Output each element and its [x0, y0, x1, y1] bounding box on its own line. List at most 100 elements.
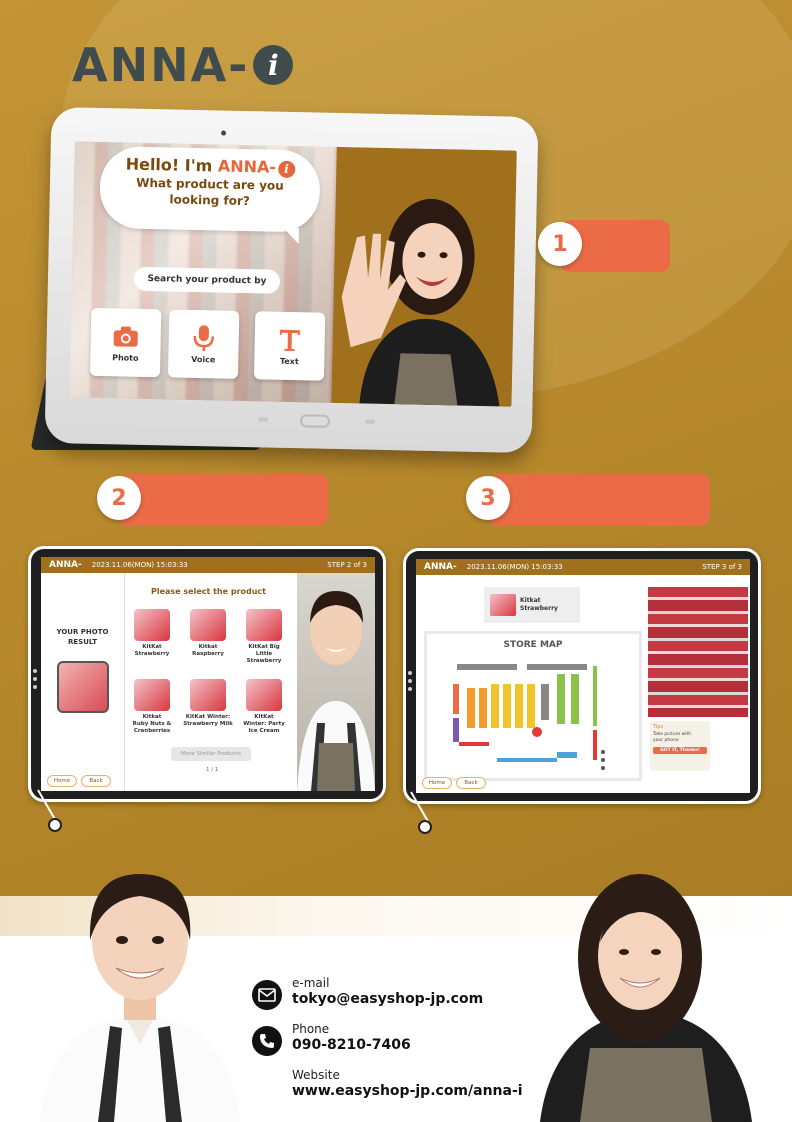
selected-item-card: Kitkat Strawberry — [484, 587, 580, 623]
product-name-1: KitKat — [142, 644, 162, 650]
step2-screen: ANNA- 2023.11.06(MON) 15:03:33 STEP 2 of… — [41, 557, 375, 791]
got-it-button[interactable]: GOT IT, Thanks! — [653, 747, 707, 754]
camera-icon — [112, 323, 141, 350]
photo-result-title-2: RESULT — [68, 638, 97, 646]
greeting-prefix: Hello! I'm — [125, 154, 219, 176]
anna-i-logo: ANNA- i — [72, 38, 294, 92]
step3-bar-step: STEP 3 of 3 — [702, 563, 742, 571]
step2-bar-step: STEP 2 of 3 — [327, 561, 367, 569]
callout-3-number: 3 — [466, 476, 510, 520]
product-card[interactable]: KitKat Big Little Strawberry — [237, 609, 291, 665]
tablet-home-button — [299, 414, 331, 428]
step2-tablet: ANNA- 2023.11.06(MON) 15:03:33 STEP 2 of… — [28, 546, 386, 802]
product-name-2: Raspberry — [192, 651, 224, 657]
callout-2-number: 2 — [97, 476, 141, 520]
back-button[interactable]: Back — [456, 777, 486, 789]
back-button[interactable]: Back — [81, 775, 111, 787]
product-card[interactable]: KitKat Strawberry — [125, 609, 179, 658]
website-label: Website — [292, 1068, 340, 1082]
phone-label: Phone — [292, 1022, 330, 1036]
callout-3-bar — [488, 474, 710, 526]
search-by-label: Search your product by — [133, 266, 281, 294]
tips-body-2: your phone — [653, 738, 679, 743]
more-similar-products-button[interactable]: More Similar Products — [171, 747, 251, 761]
product-card[interactable]: Kitkat Ruby Nuts & Cranberries — [125, 679, 179, 735]
text-label: Text — [279, 356, 299, 366]
speech-bubble: Hello! I'm ANNA-i What product are you l… — [99, 145, 321, 233]
email-icon — [252, 980, 282, 1010]
product-name-1: KitKat — [254, 714, 274, 720]
step2-bar-date: 2023.11.06(MON) 15:03:33 — [91, 561, 188, 569]
product-card[interactable]: KitKat Winter: Party Ice Cream — [237, 679, 291, 735]
tips-box: Tips Take picture with your phone GOT IT… — [650, 721, 710, 771]
logo-i-badge: i — [253, 45, 294, 85]
voice-search-button[interactable]: Voice — [167, 309, 240, 379]
store-map: STORE MAP — [424, 631, 642, 781]
product-card[interactable]: KitKat Winter: Strawberry Milk — [181, 679, 235, 728]
step3-top-bar: ANNA- 2023.11.06(MON) 15:03:33 STEP 3 of… — [416, 559, 750, 575]
product-image — [134, 609, 170, 641]
main-tablet: Hello! I'm ANNA-i What product are you l… — [44, 106, 539, 454]
step3-tablet: ANNA- 2023.11.06(MON) 15:03:33 STEP 3 of… — [403, 548, 761, 804]
callout-2-bar — [118, 474, 328, 526]
callout-1-number: 1 — [538, 222, 582, 266]
store-map-drawing — [453, 664, 605, 770]
man-staff-photo — [40, 874, 240, 1122]
product-image — [246, 609, 282, 641]
product-name-2: Ruby Nuts & — [132, 721, 172, 727]
product-name-2: Strawberry — [134, 651, 170, 657]
select-product-title: Please select the product — [151, 587, 266, 596]
home-button[interactable]: Home — [422, 777, 452, 789]
photo-search-button[interactable]: Photo — [89, 307, 162, 378]
photo-result-title-1: YOUR PHOTO — [56, 628, 109, 636]
main-tablet-screen: Hello! I'm ANNA-i What product are you l… — [69, 141, 517, 407]
selected-item-name-1: Kitkat — [520, 597, 541, 604]
product-name-3: Cranberries — [133, 728, 171, 734]
step3-screen: ANNA- 2023.11.06(MON) 15:03:33 STEP 3 of… — [416, 559, 750, 793]
product-name-1: Kitkat — [198, 644, 218, 650]
greeting-name: ANNA- — [217, 156, 277, 177]
waving-woman-illustration — [341, 198, 500, 407]
email-label: e-mail — [292, 976, 330, 990]
phone-value[interactable]: 090-8210-7406 — [292, 1037, 411, 1053]
product-name-2: Winter: Party — [243, 721, 285, 727]
product-name-3: Strawberry — [246, 658, 282, 664]
photo-result-panel: YOUR PHOTO RESULT — [41, 573, 125, 791]
assistant-man-illustration — [297, 573, 375, 791]
photo-result-thumbnail — [56, 661, 109, 713]
step3-bar-date: 2023.11.06(MON) 15:03:33 — [466, 563, 563, 571]
woman-staff-photo — [540, 874, 752, 1122]
greeting-name-badge: i — [277, 160, 296, 179]
phone-icon — [252, 1026, 282, 1056]
question-line-2: looking for? — [169, 192, 250, 209]
pointer-dot — [48, 818, 62, 832]
selected-item-image — [490, 594, 516, 616]
email-value[interactable]: tokyo@easyshop-jp.com — [292, 991, 483, 1007]
step2-top-bar: ANNA- 2023.11.06(MON) 15:03:33 STEP 2 of… — [41, 557, 375, 573]
tablet-camera — [221, 130, 227, 136]
product-image — [134, 679, 170, 711]
product-name-1: KitKat Winter: — [185, 714, 231, 720]
text-t-icon — [275, 326, 304, 353]
shelf-photo — [648, 587, 748, 717]
tablet-sensor-left — [258, 417, 269, 422]
tips-title: Tips — [653, 724, 664, 730]
logo-text: ANNA- — [72, 38, 250, 92]
product-card[interactable]: Kitkat Raspberry — [181, 609, 235, 658]
tablet-side-dots — [408, 671, 412, 691]
product-name-2: Little — [255, 651, 273, 657]
tablet-side-dots — [33, 669, 37, 689]
step3-bar-logo: ANNA- — [424, 562, 457, 572]
photo-label: Photo — [112, 352, 139, 363]
product-image — [190, 609, 226, 641]
pager: 1 / 1 — [206, 767, 219, 773]
website-value[interactable]: www.easyshop-jp.com/anna-i — [292, 1083, 523, 1099]
product-name-1: Kitkat — [142, 714, 162, 720]
assistant-man-figure — [297, 591, 375, 791]
product-image — [190, 679, 226, 711]
step2-bar-logo: ANNA- — [49, 560, 82, 570]
text-search-button[interactable]: Text — [253, 311, 326, 381]
product-image — [246, 679, 282, 711]
home-button[interactable]: Home — [47, 775, 77, 787]
pointer-dot — [418, 820, 432, 834]
